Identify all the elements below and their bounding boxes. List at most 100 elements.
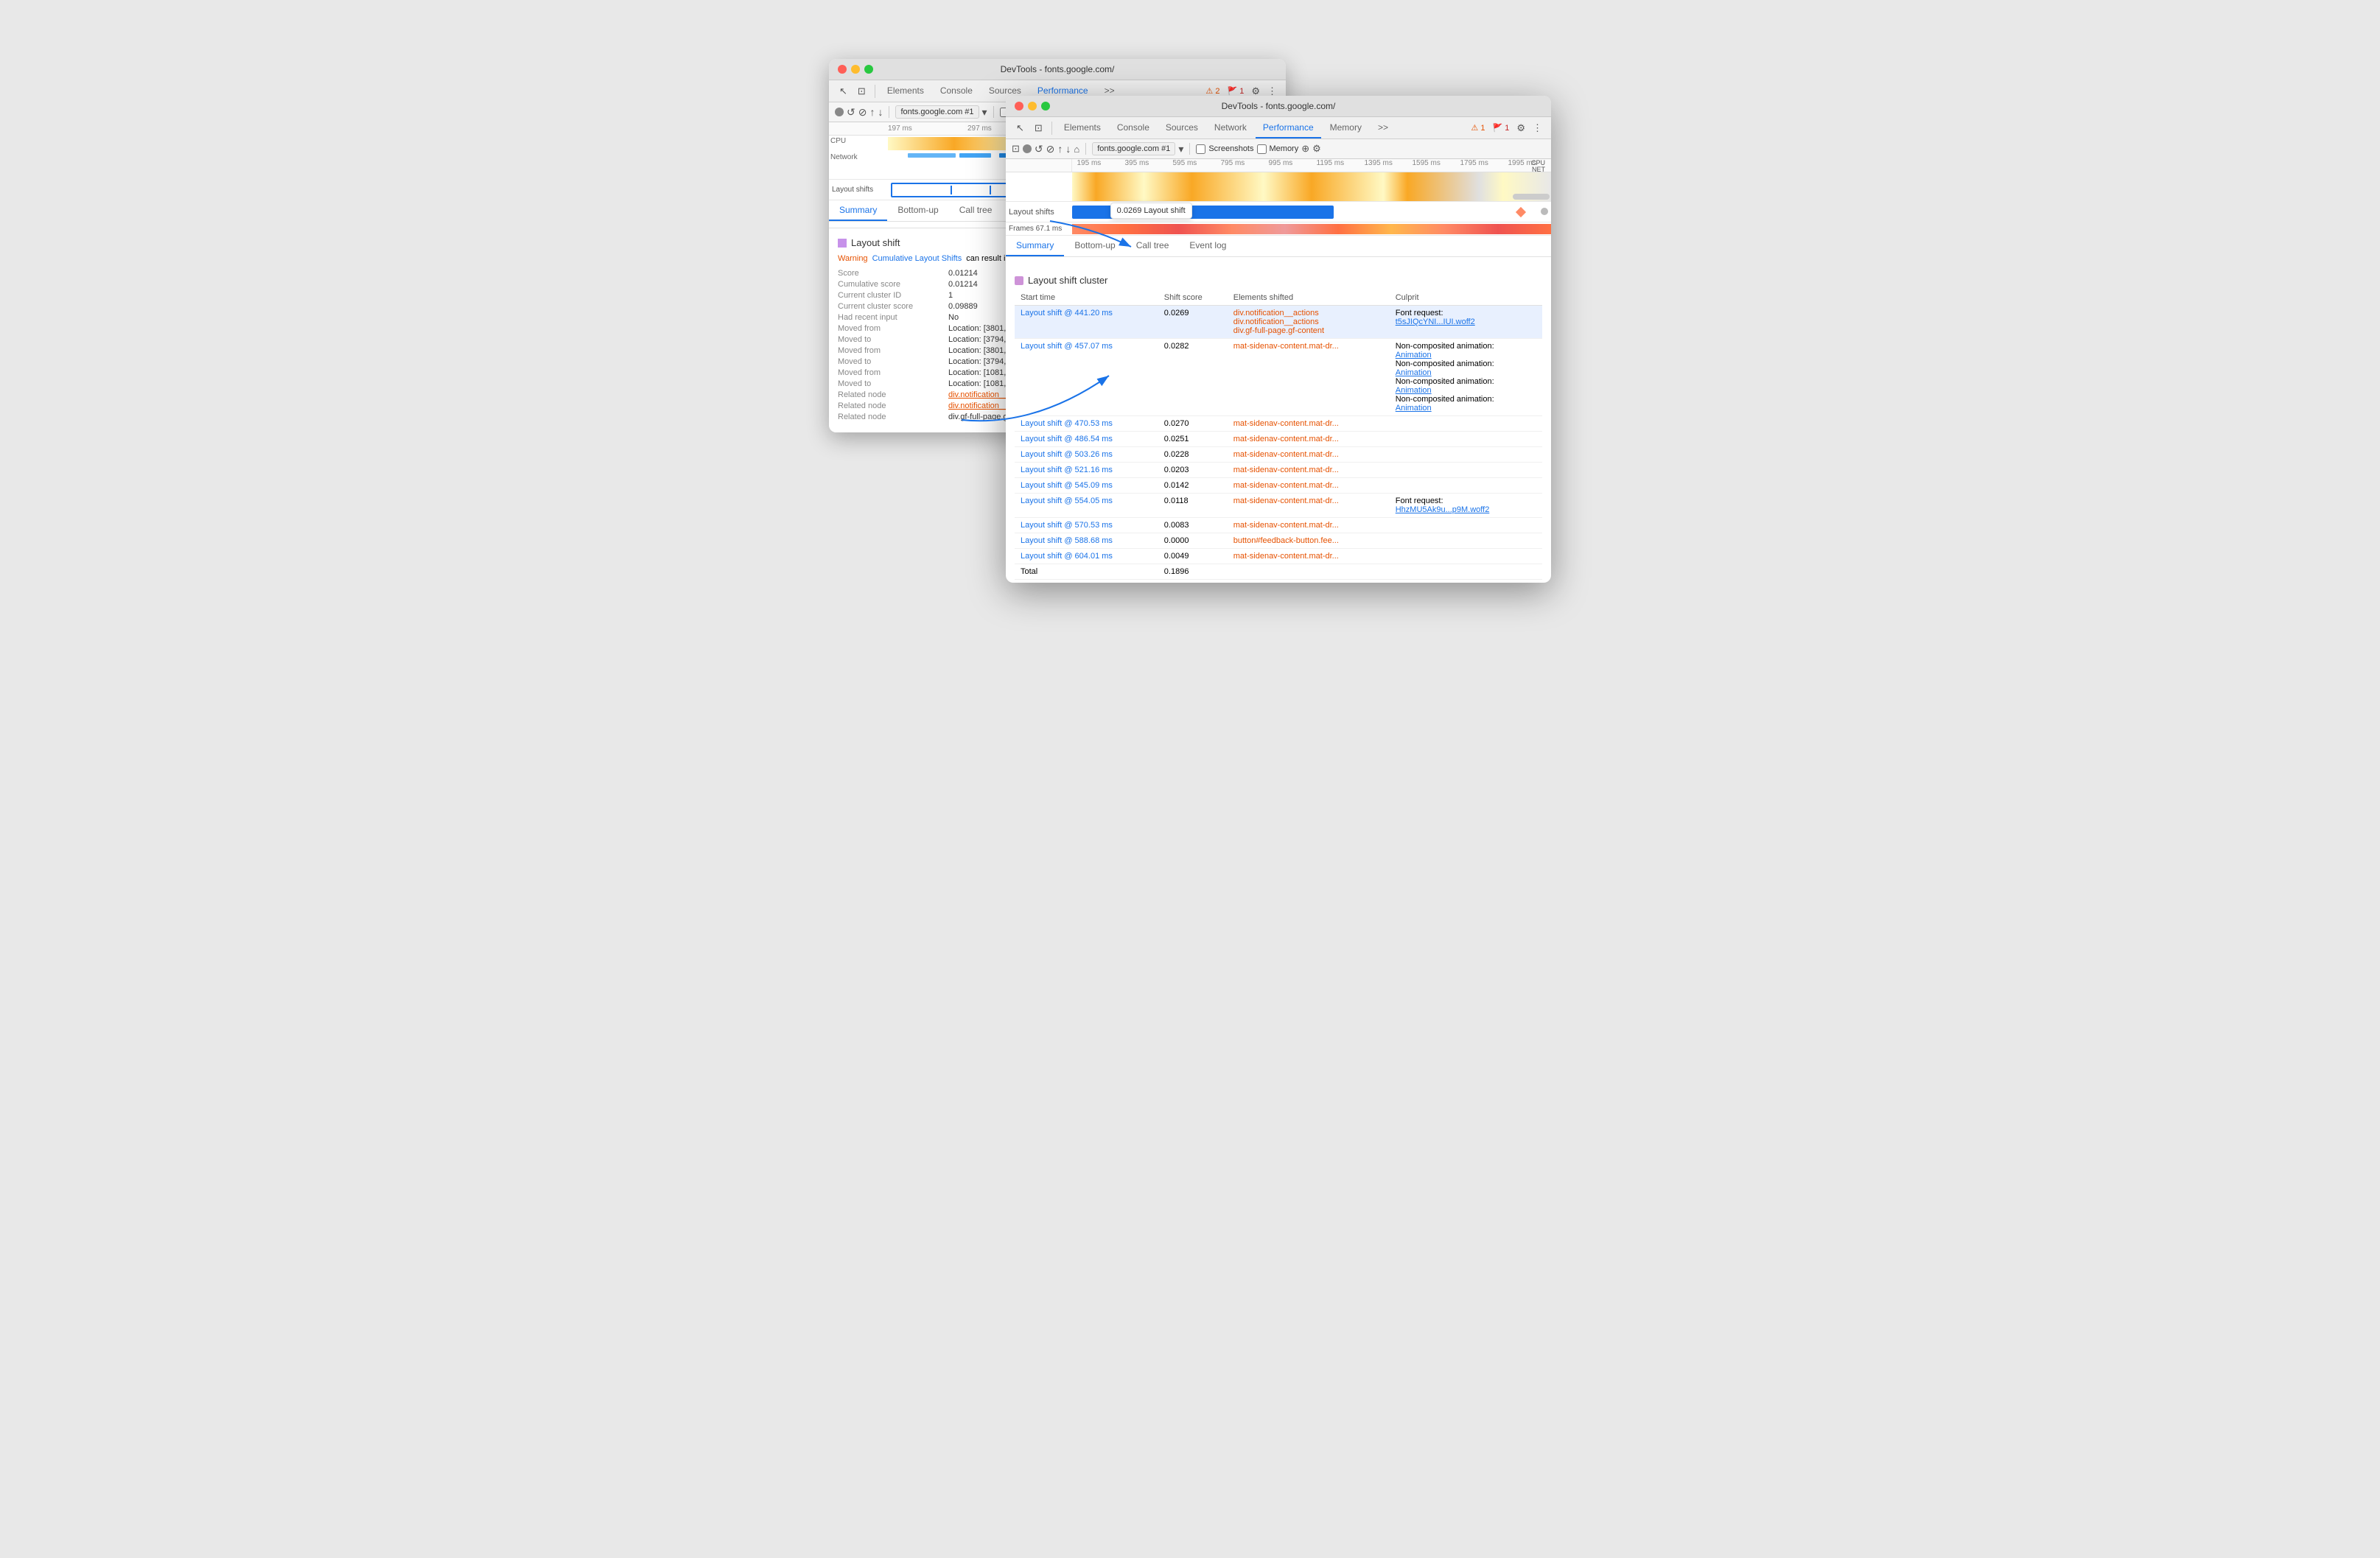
front-memory-check[interactable]	[1257, 144, 1267, 154]
front-upload-btn[interactable]: ↑	[1057, 143, 1063, 155]
row1-link[interactable]: Layout shift @ 441.20 ms	[1021, 309, 1113, 317]
front-cursor-icon[interactable]: ↖	[1012, 122, 1029, 134]
table-row: Layout shift @ 545.09 ms 0.0142 mat-side…	[1015, 478, 1542, 494]
row10-culprit	[1390, 533, 1542, 549]
row2-c8[interactable]: Animation	[1396, 404, 1432, 413]
front-minimize-button[interactable]	[1028, 102, 1037, 110]
close-button[interactable]	[838, 65, 847, 74]
net-bar2	[959, 153, 991, 158]
front-tab-eventlog[interactable]: Event log	[1179, 236, 1236, 256]
error-badge: 🚩 1	[1227, 86, 1244, 96]
front-settings2-icon[interactable]: ⚙	[1312, 143, 1321, 155]
front-inspect-icon[interactable]: ⊡	[1012, 143, 1020, 155]
back-layout-icon[interactable]: ⊡	[853, 85, 870, 97]
front-tab-more[interactable]: >>	[1371, 118, 1396, 138]
url-selector[interactable]: fonts.google.com #1	[895, 105, 979, 119]
front-network2-icon[interactable]: ⊕	[1301, 143, 1309, 155]
prop-movedfrom3-label: Moved from	[838, 368, 948, 377]
row4-link[interactable]: Layout shift @ 486.54 ms	[1021, 435, 1113, 443]
front-tab-performance[interactable]: Performance	[1256, 118, 1321, 138]
front-reload-btn[interactable]: ↺	[1035, 143, 1043, 155]
row8-c2[interactable]: HhzMU5Ak9u...p9M.woff2	[1396, 505, 1490, 514]
front-settings-icon[interactable]: ⚙	[1516, 122, 1525, 134]
ls-color	[838, 239, 847, 248]
row1-c2[interactable]: t5sJIQcYNI...IUI.woff2	[1396, 317, 1475, 326]
front-clear-btn[interactable]: ⊘	[1046, 143, 1055, 155]
row2-c2[interactable]: Animation	[1396, 351, 1432, 359]
clear-btn[interactable]: ⊘	[858, 106, 867, 119]
row7-score: 0.0142	[1158, 478, 1228, 494]
front-layout-icon[interactable]: ⊡	[1030, 122, 1047, 134]
row11-culprit	[1390, 549, 1542, 564]
back-tab-summary[interactable]: Summary	[829, 200, 887, 221]
front-frames-bar	[1072, 224, 1551, 234]
row2-link[interactable]: Layout shift @ 457.07 ms	[1021, 342, 1113, 351]
maximize-button[interactable]	[864, 65, 873, 74]
prop-score-label: Score	[838, 269, 948, 278]
front-tab-calltree[interactable]: Call tree	[1126, 236, 1180, 256]
table-header-row: Start time Shift score Elements shifted …	[1015, 290, 1542, 306]
back-tab-calltree[interactable]: Call tree	[949, 200, 1003, 221]
back-ls-title-text: Layout shift	[851, 237, 900, 248]
row7-el1: mat-sidenav-content.mat-dr...	[1233, 481, 1339, 490]
row5-link[interactable]: Layout shift @ 503.26 ms	[1021, 450, 1113, 459]
front-home-icon[interactable]: ⌂	[1074, 144, 1079, 155]
row9-link[interactable]: Layout shift @ 570.53 ms	[1021, 521, 1113, 530]
back-cursor-icon[interactable]: ↖	[835, 85, 852, 97]
prop-hadinput-label: Had recent input	[838, 313, 948, 322]
row4-el1: mat-sidenav-content.mat-dr...	[1233, 435, 1339, 443]
front-ls-tooltip-text: 0.0269 Layout shift	[1117, 206, 1186, 215]
front-scrollbar[interactable]	[1513, 194, 1550, 200]
front-tab-sources[interactable]: Sources	[1158, 118, 1205, 138]
front-tab-memory[interactable]: Memory	[1323, 118, 1369, 138]
cluster-title-text: Layout shift cluster	[1028, 275, 1107, 286]
row9-score: 0.0083	[1158, 518, 1228, 533]
front-download-btn[interactable]: ↓	[1065, 143, 1071, 155]
front-tab-elements[interactable]: Elements	[1057, 118, 1108, 138]
row10-link[interactable]: Layout shift @ 588.68 ms	[1021, 536, 1113, 545]
row8-el1: mat-sidenav-content.mat-dr...	[1233, 496, 1339, 505]
table-row: Layout shift @ 554.05 ms 0.0118 mat-side…	[1015, 494, 1542, 518]
upload-btn[interactable]: ↑	[869, 106, 875, 118]
front-maximize-button[interactable]	[1041, 102, 1050, 110]
row11-link[interactable]: Layout shift @ 604.01 ms	[1021, 552, 1113, 561]
t1: 197 ms	[888, 124, 912, 133]
row2-c6[interactable]: Animation	[1396, 386, 1432, 395]
front-cluster-section: Layout shift cluster Start time Shift sc…	[1006, 263, 1551, 583]
front-more-icon[interactable]: ⋮	[1533, 122, 1542, 134]
record-btn[interactable]	[835, 108, 844, 116]
back-warning-link[interactable]: Cumulative Layout Shifts	[872, 254, 962, 263]
row7-link[interactable]: Layout shift @ 545.09 ms	[1021, 481, 1113, 490]
tab-elements[interactable]: Elements	[880, 81, 931, 102]
front-titlebar: DevTools - fonts.google.com/	[1006, 96, 1551, 117]
minimize-button[interactable]	[851, 65, 860, 74]
front-dropdown-icon[interactable]: ▾	[1178, 143, 1183, 155]
front-record-btn[interactable]	[1023, 144, 1032, 153]
dropdown-icon[interactable]: ▾	[982, 106, 987, 119]
ls-scroll-dot	[1541, 208, 1548, 215]
prop-cumscore-val: 0.01214	[948, 280, 978, 289]
reload-btn[interactable]: ↺	[847, 106, 855, 119]
row1-elements: div.notification__actions div.notificati…	[1228, 306, 1390, 339]
front-screenshots-check[interactable]	[1196, 144, 1205, 154]
row1-el2: div.notification__actions	[1233, 317, 1384, 326]
front-tab-network[interactable]: Network	[1207, 118, 1254, 138]
row2-c4[interactable]: Animation	[1396, 368, 1432, 377]
front-tab-summary[interactable]: Summary	[1006, 236, 1064, 256]
front-traffic-lights	[1015, 102, 1050, 110]
back-tab-bottomup[interactable]: Bottom-up	[887, 200, 948, 221]
front-tab-console[interactable]: Console	[1110, 118, 1157, 138]
th-culprit: Culprit	[1390, 290, 1542, 306]
row3-link[interactable]: Layout shift @ 470.53 ms	[1021, 419, 1113, 428]
prop-node2-label: Related node	[838, 401, 948, 410]
front-url-selector[interactable]: fonts.google.com #1	[1092, 142, 1175, 155]
front-close-button[interactable]	[1015, 102, 1023, 110]
download-btn[interactable]: ↓	[878, 106, 883, 118]
row8-link[interactable]: Layout shift @ 554.05 ms	[1021, 496, 1113, 505]
tab-console[interactable]: Console	[933, 81, 980, 102]
row6-link[interactable]: Layout shift @ 521.16 ms	[1021, 466, 1113, 474]
net-bar1	[908, 153, 956, 158]
front-tab-bottomup[interactable]: Bottom-up	[1064, 236, 1125, 256]
th-elements: Elements shifted	[1228, 290, 1390, 306]
prop-movedfrom1-label: Moved from	[838, 324, 948, 333]
